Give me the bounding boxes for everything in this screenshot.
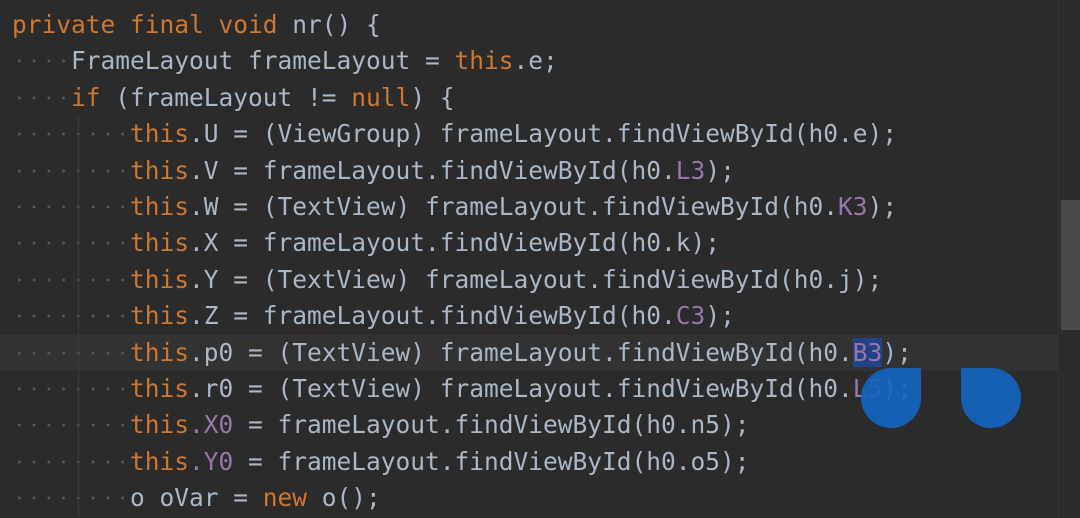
keyword-token: this [130, 228, 190, 258]
selection-end-handle[interactable] [961, 368, 1021, 428]
keyword-token: this [130, 155, 190, 185]
code-line[interactable]: o oVar = new o(); [0, 480, 1058, 517]
keyword-token: this [130, 446, 190, 476]
code-area[interactable]: private final void nr() { FrameLayout fr… [0, 7, 1058, 517]
indent-whitespace [12, 79, 72, 117]
keyword-token: this [130, 301, 190, 331]
indent-whitespace [12, 116, 131, 153]
code-token: .Z = frameLayout.findViewById(h0. [189, 301, 676, 331]
selection-start-handle[interactable] [861, 368, 921, 428]
field-token: K3 [838, 191, 868, 221]
code-token: ); [867, 191, 898, 221]
keyword-token: new [262, 483, 308, 513]
code-line[interactable]: if (frameLayout != null) { [0, 79, 1058, 117]
indent-whitespace [12, 370, 131, 408]
keyword-token: null [351, 82, 411, 112]
code-line[interactable]: this.Z = frameLayout.findViewById(h0.C3)… [0, 298, 1058, 335]
selected-token: B3 [852, 337, 883, 367]
keyword-token: this [130, 373, 190, 403]
field-token: .Y0 [189, 446, 234, 476]
code-line[interactable]: private final void nr() { [0, 7, 1058, 43]
code-token: .Y = (TextView) frameLayout.findViewById… [189, 264, 883, 294]
code-token: .U = (ViewGroup) frameLayout.findViewByI… [189, 119, 898, 149]
code-token: (frameLayout != [100, 82, 352, 112]
field-token: L3 [675, 155, 706, 185]
keyword-token: if [71, 82, 101, 112]
code-token: ); [705, 301, 735, 331]
code-line[interactable]: this.U = (ViewGroup) frameLayout.findVie… [0, 116, 1058, 153]
keyword-token: private final void [12, 10, 293, 39]
code-token: o(); [307, 483, 381, 513]
field-token: .X0 [189, 410, 234, 440]
code-token: .X = frameLayout.findViewById(h0.k); [189, 228, 721, 258]
code-line[interactable]: this.Y = (TextView) frameLayout.findView… [0, 261, 1058, 299]
indent-guide [78, 116, 79, 517]
code-token: .p0 = (TextView) frameLayout.findViewByI… [189, 337, 853, 367]
keyword-token: this [130, 410, 190, 440]
indent-whitespace [12, 298, 131, 335]
keyword-token: this [130, 191, 190, 221]
indent-whitespace [12, 152, 131, 189]
indent-whitespace [12, 225, 131, 262]
code-token: ); [882, 337, 912, 367]
code-token: ); [705, 155, 735, 185]
indent-whitespace [12, 188, 131, 226]
code-token: .e; [513, 46, 558, 76]
code-token: = frameLayout.findViewById(h0.o5); [233, 446, 750, 476]
indent-whitespace [12, 334, 131, 371]
code-line[interactable]: this.X = frameLayout.findViewById(h0.k); [0, 225, 1058, 262]
code-line[interactable]: this.W = (TextView) frameLayout.findView… [0, 188, 1058, 226]
indent-whitespace [12, 443, 131, 481]
code-token: = frameLayout.findViewById(h0.n5); [233, 410, 750, 440]
code-token: nr() { [292, 10, 381, 39]
code-token: FrameLayout frameLayout = [71, 46, 455, 76]
keyword-token: this [130, 264, 190, 294]
code-token: ) { [410, 82, 455, 112]
field-token: C3 [675, 301, 706, 331]
code-line[interactable]: FrameLayout frameLayout = this.e; [0, 43, 1058, 80]
keyword-token: this [130, 337, 190, 367]
code-token: .W = (TextView) frameLayout.findViewById… [189, 191, 839, 221]
code-token: .V = frameLayout.findViewById(h0. [189, 155, 676, 185]
code-token: .r0 = (TextView) frameLayout.findViewByI… [189, 373, 853, 403]
indent-whitespace [12, 480, 131, 517]
vertical-scrollbar[interactable] [1058, 0, 1080, 518]
keyword-token: this [454, 46, 514, 76]
indent-whitespace [12, 43, 72, 80]
keyword-token: this [130, 119, 190, 149]
code-editor[interactable]: private final void nr() { FrameLayout fr… [0, 0, 1080, 518]
indent-whitespace [12, 407, 131, 444]
code-token: o oVar = [130, 483, 263, 513]
code-line[interactable]: this.V = frameLayout.findViewById(h0.L3)… [0, 152, 1058, 189]
code-line[interactable]: this.p0 = (TextView) frameLayout.findVie… [0, 334, 1058, 371]
indent-whitespace [12, 261, 131, 299]
scrollbar-thumb[interactable] [1061, 200, 1080, 330]
code-line[interactable]: this.Y0 = frameLayout.findViewById(h0.o5… [0, 443, 1058, 481]
